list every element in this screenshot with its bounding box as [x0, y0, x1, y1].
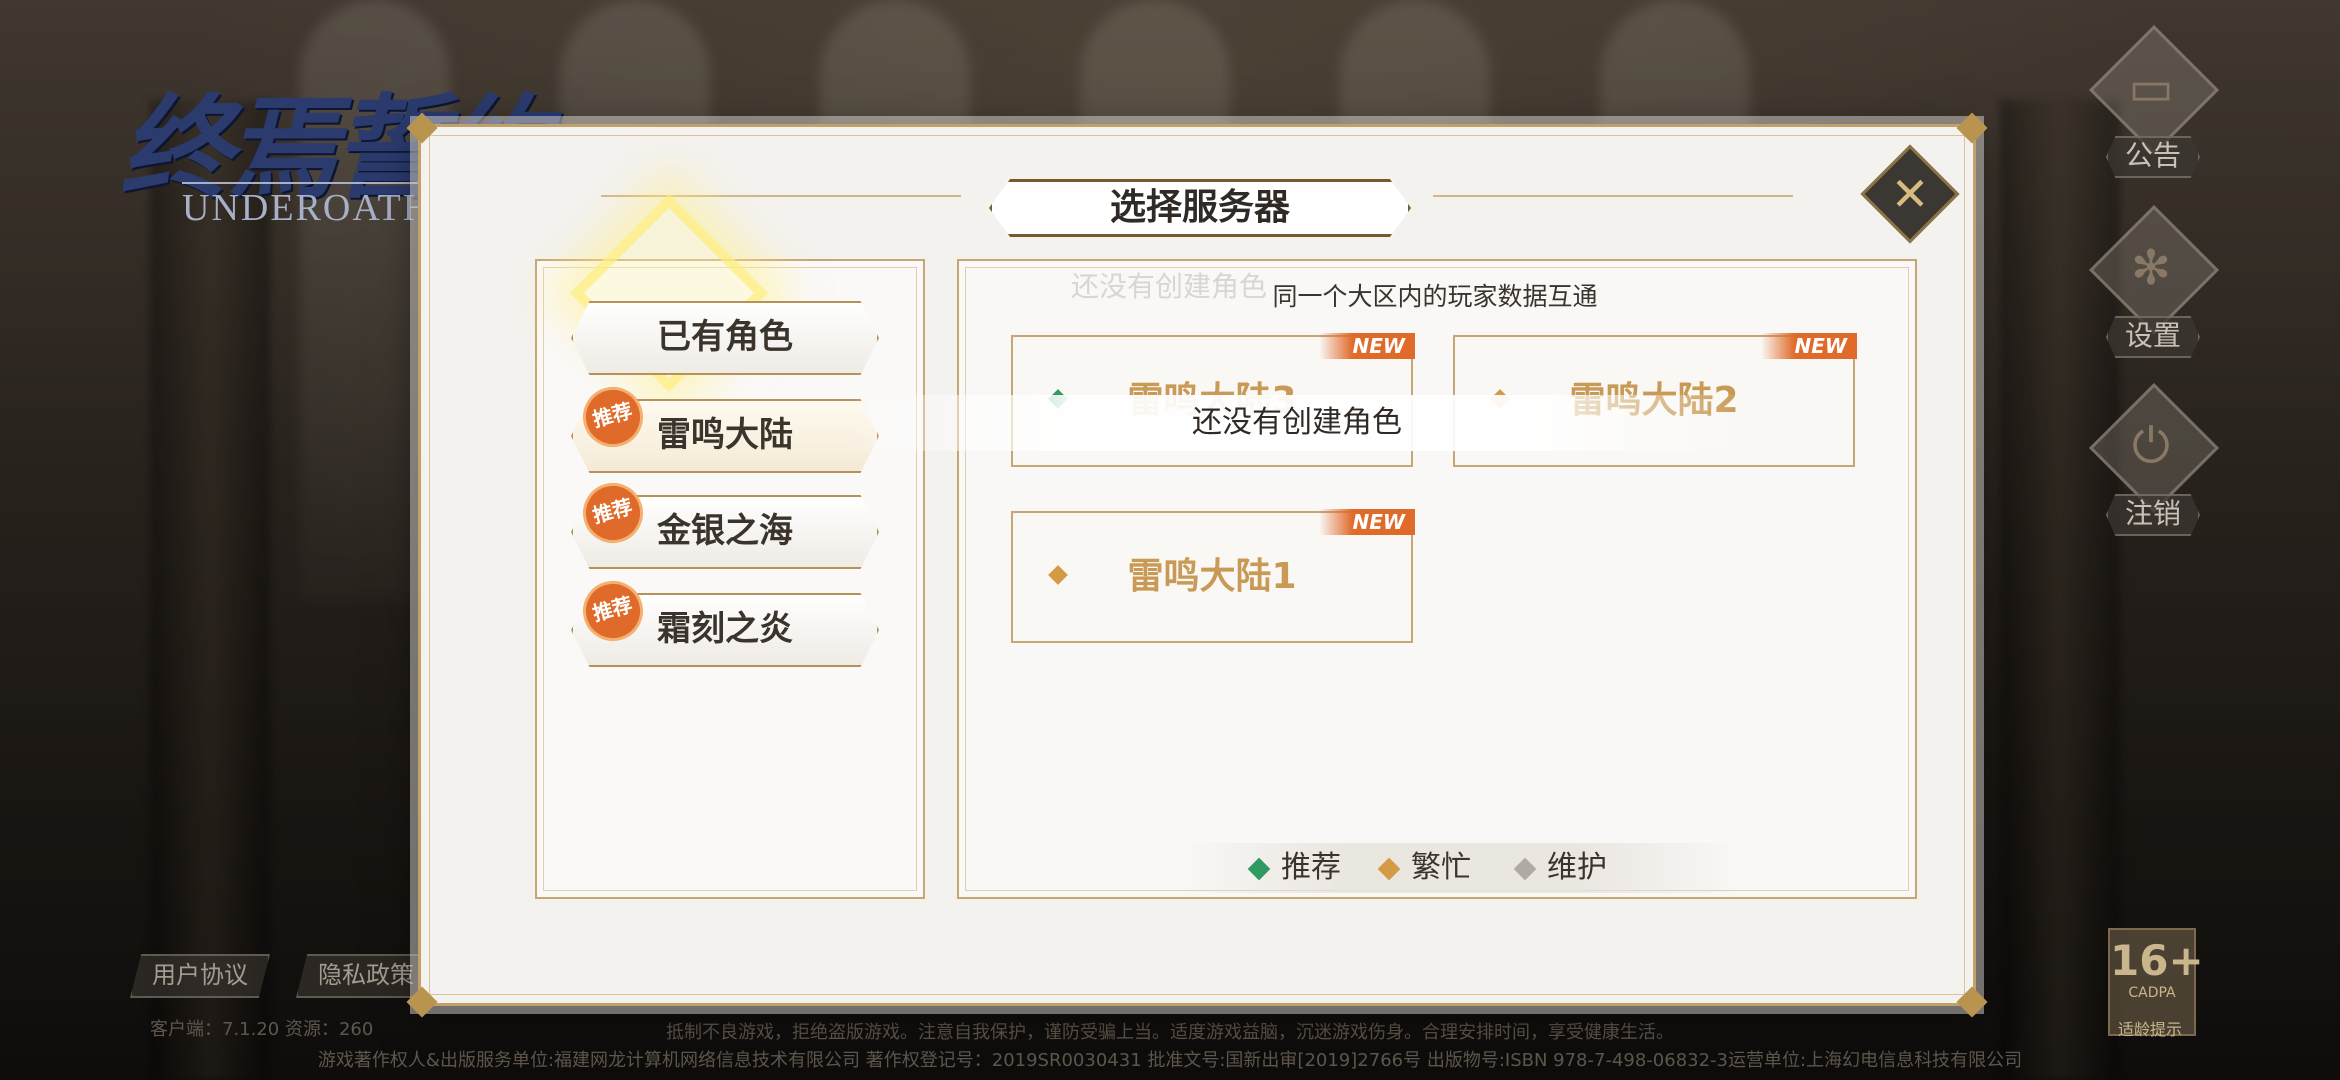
region-tab-label: 霜刻之炎: [657, 609, 793, 649]
region-tab-label: 雷鸣大陆: [657, 415, 793, 455]
title-deco-line: [601, 195, 961, 197]
legend-label: 推荐: [1281, 850, 1341, 885]
age-rating-caption: 适龄提示: [2117, 1020, 2182, 1039]
region-tab-label: 金银之海: [657, 511, 793, 551]
title-deco-line: [1433, 195, 1793, 197]
legend-item-recommended: 推荐: [1247, 843, 1341, 893]
legend-item-busy: 繁忙: [1377, 843, 1471, 893]
status-legend: 推荐 繁忙 维护: [1181, 843, 1741, 893]
status-busy-icon: [1377, 857, 1401, 880]
health-notice: 抵制不良游戏，拒绝盗版游戏。注意自我保护，谨防受骗上当。适度游戏益脑，沉迷游戏伤…: [666, 1022, 1674, 1043]
announcement-button[interactable]: ▭ 公告: [2086, 24, 2220, 178]
dialog-title: 选择服务器: [989, 179, 1411, 237]
privacy-policy-link[interactable]: 隐私政策: [296, 954, 436, 998]
legend-item-maintenance: 维护: [1513, 843, 1607, 893]
user-agreement-link[interactable]: 用户协议: [130, 954, 270, 998]
settings-label: 设置: [2106, 316, 2200, 358]
server-select-dialog: 选择服务器 ✕ 已有角色 雷鸣大陆 推荐 金银之海 推荐 霜刻之炎 推荐 还没有…: [406, 112, 1988, 1018]
game-logo-subtitle: UNDEROATH: [182, 182, 433, 230]
legend-label: 维护: [1547, 850, 1607, 885]
notice-board-icon: ▭: [2128, 60, 2174, 116]
announcement-label: 公告: [2106, 136, 2200, 178]
copyright-notice: 游戏著作权人&出版服务单位:福建网龙计算机网络信息技术有限公司 著作权登记号：2…: [317, 1050, 2023, 1071]
new-badge: NEW: [1319, 333, 1415, 359]
server-name: 雷鸣大陆1: [1127, 556, 1297, 597]
region-hint-text: 同一个大区内的玩家数据互通: [1272, 282, 1598, 311]
new-badge: NEW: [1319, 509, 1415, 535]
new-badge: NEW: [1761, 333, 1857, 359]
legend-label: 繁忙: [1411, 850, 1471, 885]
status-recommended-icon: [1247, 857, 1271, 880]
status-busy-icon: [1048, 565, 1068, 585]
gear-icon: ✻: [2130, 240, 2172, 296]
status-maintenance-icon: [1513, 857, 1537, 880]
server-card-thunder-1[interactable]: 雷鸣大陆1 NEW: [1011, 509, 1415, 643]
region-tab-existing-characters[interactable]: 已有角色: [571, 301, 879, 375]
age-rating-value: 16+: [2110, 936, 2204, 985]
logout-button[interactable]: ⏻ 注销: [2086, 382, 2220, 536]
close-icon: ✕: [1890, 167, 1930, 221]
no-character-tooltip: 还没有创建角色: [847, 395, 1747, 451]
close-button[interactable]: ✕: [1860, 144, 1960, 244]
logout-label: 注销: [2106, 494, 2200, 536]
settings-button[interactable]: ✻ 设置: [2086, 204, 2220, 358]
age-rating-org: CADPA: [2128, 985, 2176, 1001]
power-icon: ⏻: [2132, 418, 2170, 474]
